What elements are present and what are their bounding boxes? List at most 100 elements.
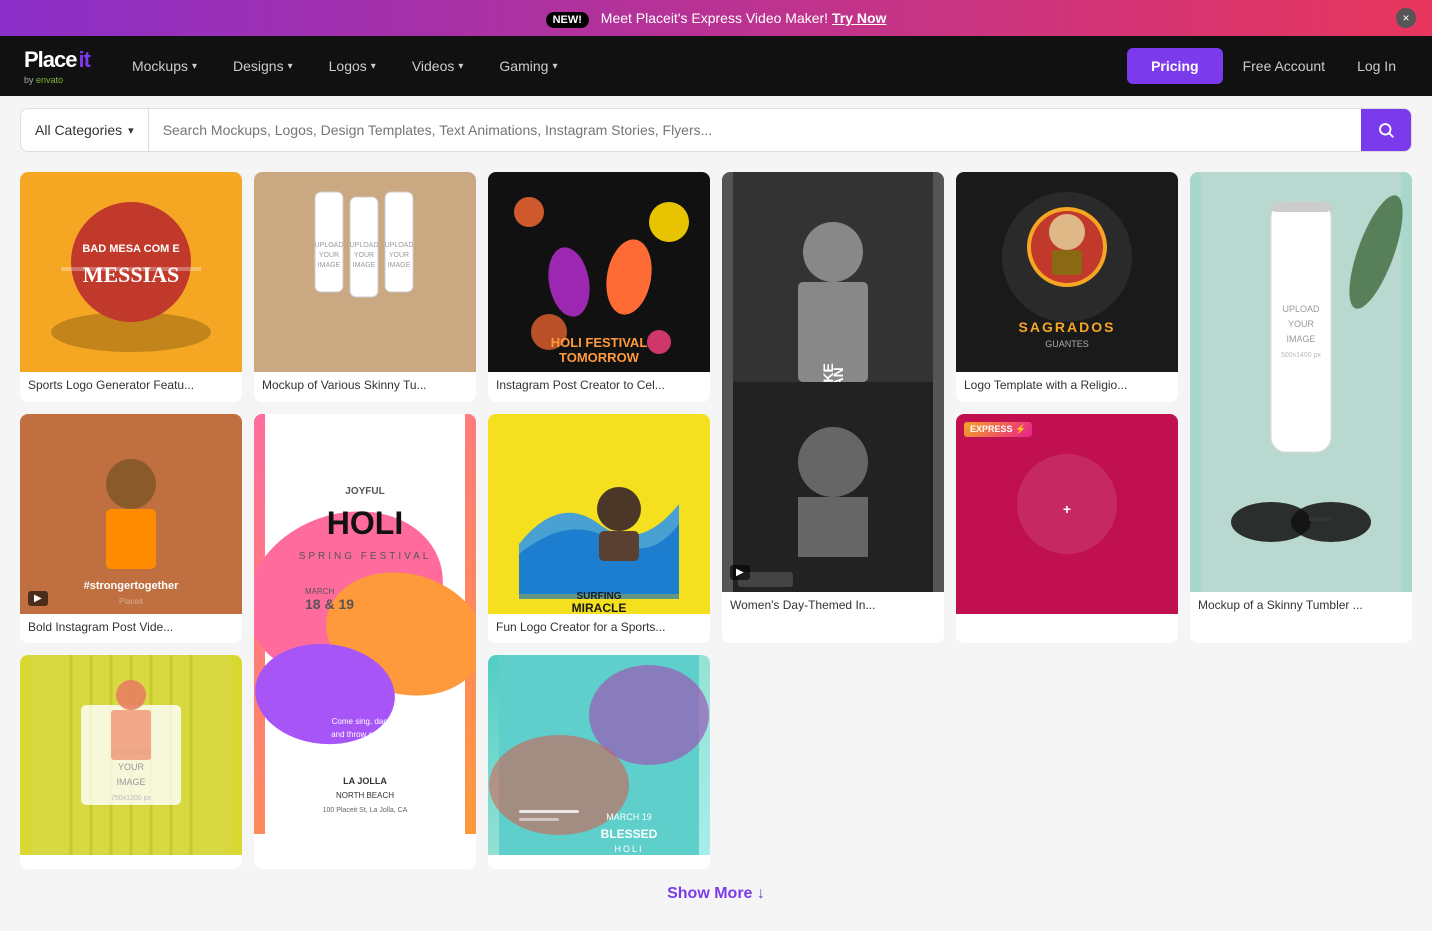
svg-text:each other!: each other! [345, 743, 385, 752]
card-label: Mockup of a Skinny Tumbler ... [1190, 592, 1412, 622]
card-surfing-logo[interactable]: SURFING MIRACLE Fun Logo Creator for a S… [488, 414, 710, 644]
svg-text:750x1200 px: 750x1200 px [111, 795, 152, 802]
card-label: Bold Instagram Post Vide... [20, 614, 242, 644]
card-sagrados-logo[interactable]: SAGRADOS GUANTES Logo Template with a Re… [956, 172, 1178, 402]
category-label: All Categories [35, 122, 122, 138]
card-label: Fun Logo Creator for a Sports... [488, 614, 710, 644]
card-upload-mockup[interactable]: UPLOAD YOUR IMAGE 750x1200 px [20, 655, 242, 869]
card-label: Mockup of Various Skinny Tu... [254, 372, 476, 402]
card-bold-instagram-video[interactable]: #strongertogether Placeit ▶ Bold Instagr… [20, 414, 242, 644]
svg-text:NORTH BEACH: NORTH BEACH [336, 791, 394, 800]
bold-post-image: #strongertogether Placeit [20, 414, 242, 614]
svg-text:HOLI FESTIVAL: HOLI FESTIVAL [551, 335, 648, 350]
new-badge: NEW! [546, 12, 589, 28]
holi-blessed-image: MARCH 19 BLESSED HOLI [488, 655, 710, 855]
card-holi-blessed[interactable]: MARCH 19 BLESSED HOLI [488, 655, 710, 869]
svg-text:500x1400 px: 500x1400 px [1281, 352, 1322, 359]
chevron-down-icon: ▾ [371, 61, 376, 72]
banner-close-button[interactable]: × [1396, 8, 1416, 28]
svg-text:MARCH: MARCH [305, 587, 335, 596]
search-bar: All Categories ▾ [20, 108, 1412, 152]
search-icon [1377, 121, 1395, 139]
card-label: Instagram Post Creator to Cel... [488, 372, 710, 402]
svg-text:HOLI: HOLI [327, 505, 403, 541]
nav-gaming[interactable]: Gaming ▾ [485, 50, 571, 82]
card-express-design[interactable]: + EXPRESS ⚡ [956, 414, 1178, 644]
card-womens-day-tall[interactable]: FIGHT LIKE A WOMAN Discounts On Women's … [722, 172, 944, 643]
card-label [488, 855, 710, 869]
svg-text:IMAGE: IMAGE [1286, 334, 1315, 344]
logo[interactable]: Place it by envato [24, 47, 90, 85]
svg-text:IMAGE: IMAGE [388, 262, 411, 269]
card-skinny-tumbler-2[interactable]: UPLOAD YOUR IMAGE 500x1400 px Mockup of … [1190, 172, 1412, 643]
video-badge-2: ▶ [28, 591, 48, 606]
logo-envato: envato [36, 75, 63, 85]
svg-text:SAGRADOS: SAGRADOS [1019, 319, 1116, 335]
svg-text:LA JOLLA: LA JOLLA [343, 776, 387, 786]
svg-text:YOUR: YOUR [319, 252, 339, 259]
svg-text:100 Placeit St, La Jolla, CA: 100 Placeit St, La Jolla, CA [323, 807, 408, 814]
content-grid: BAD MESA COM E MESSIAS Sports Logo Gener… [0, 164, 1432, 931]
holi-image: HOLI FESTIVAL TOMORROW [488, 172, 710, 372]
nav-designs[interactable]: Designs ▾ [219, 50, 307, 82]
nav-videos[interactable]: Videos ▾ [398, 50, 478, 82]
banner-cta[interactable]: Try Now [832, 10, 886, 26]
tumbler-image: UPLOAD YOUR IMAGE UPLOAD YOUR IMAGE UPLO… [254, 172, 476, 372]
svg-text:MIRACLE: MIRACLE [572, 601, 627, 614]
svg-text:+: + [1063, 501, 1071, 517]
logo-text: Place [24, 47, 77, 73]
svg-text:18 & 19: 18 & 19 [305, 596, 354, 612]
svg-text:TOMORROW: TOMORROW [559, 350, 640, 365]
logo-text-it: it [79, 47, 90, 73]
card-label: Sports Logo Generator Featu... [20, 372, 242, 402]
svg-text:MESSIAS: MESSIAS [83, 262, 180, 287]
announcement-banner: NEW! Meet Placeit's Express Video Maker!… [0, 0, 1432, 36]
nav-logos[interactable]: Logos ▾ [315, 50, 390, 82]
login-link[interactable]: Log In [1345, 50, 1408, 82]
svg-text:YOUR: YOUR [1288, 319, 1315, 329]
womens-day-image: FIGHT LIKE A WOMAN Discounts On Women's … [722, 172, 944, 592]
banner-message: Meet Placeit's Express Video Maker! [601, 10, 828, 26]
sports-logo-image: BAD MESA COM E MESSIAS [20, 172, 242, 372]
tumbler2-image: UPLOAD YOUR IMAGE 500x1400 px [1190, 172, 1412, 592]
logo-sub: by envato [24, 75, 90, 85]
svg-text:UPLOAD: UPLOAD [350, 242, 379, 249]
svg-text:YOUR: YOUR [118, 762, 145, 772]
svg-text:GUANTES: GUANTES [1045, 339, 1089, 349]
category-dropdown[interactable]: All Categories ▾ [21, 109, 149, 151]
svg-text:SPRING FESTIVAL: SPRING FESTIVAL [299, 551, 432, 562]
cards-grid: BAD MESA COM E MESSIAS Sports Logo Gener… [20, 172, 1412, 869]
svg-text:Placeit: Placeit [119, 597, 144, 606]
sagrados-image: SAGRADOS GUANTES [956, 172, 1178, 372]
svg-text:BAD MESA COM E: BAD MESA COM E [82, 243, 179, 255]
show-more-button[interactable]: Show More ↓ [667, 885, 765, 903]
express-image: + [956, 414, 1178, 614]
chevron-down-icon: ▾ [552, 61, 557, 72]
search-button[interactable] [1361, 109, 1411, 151]
nav-mockups[interactable]: Mockups ▾ [118, 50, 211, 82]
svg-text:BLESSED: BLESSED [601, 827, 658, 841]
pricing-button[interactable]: Pricing [1127, 48, 1222, 84]
holi-flyer-image: JOYFUL HOLI SPRING FESTIVAL MARCH 18 & 1… [254, 414, 476, 834]
card-holi-instagram[interactable]: HOLI FESTIVAL TOMORROW Instagram Post Cr… [488, 172, 710, 402]
search-input[interactable] [149, 109, 1361, 151]
chevron-down-icon: ▾ [128, 124, 134, 137]
svg-text:IMAGE: IMAGE [116, 777, 145, 787]
svg-text:and throw colors at: and throw colors at [331, 730, 399, 739]
card-label [956, 614, 1178, 628]
chevron-down-icon: ▾ [288, 61, 293, 72]
card-sports-logo[interactable]: BAD MESA COM E MESSIAS Sports Logo Gener… [20, 172, 242, 402]
surfing-image: SURFING MIRACLE [488, 414, 710, 614]
video-badge: ▶ [730, 565, 750, 580]
svg-text:#strongertogether: #strongertogether [84, 580, 179, 592]
free-account-link[interactable]: Free Account [1231, 50, 1338, 82]
card-skinny-tumbler[interactable]: UPLOAD YOUR IMAGE UPLOAD YOUR IMAGE UPLO… [254, 172, 476, 402]
card-label: Logo Template with a Religio... [956, 372, 1178, 402]
svg-text:IMAGE: IMAGE [318, 262, 341, 269]
svg-text:YOUR: YOUR [389, 252, 409, 259]
navbar: Place it by envato Mockups ▾ Designs ▾ L… [0, 36, 1432, 96]
svg-text:Come sing, dance,: Come sing, dance, [332, 717, 399, 726]
card-label [254, 834, 476, 848]
svg-text:JOYFUL: JOYFUL [345, 486, 384, 497]
card-holi-flyer[interactable]: JOYFUL HOLI SPRING FESTIVAL MARCH 18 & 1… [254, 414, 476, 870]
